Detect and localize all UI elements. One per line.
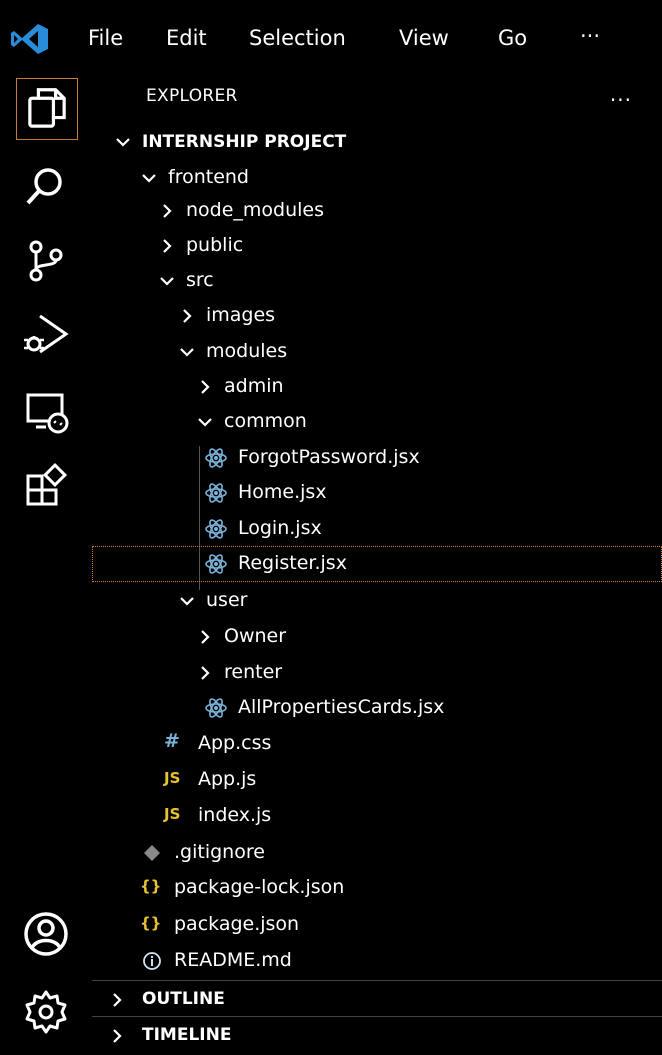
explorer-title: EXPLORER <box>146 86 238 106</box>
file-label: App.js <box>198 768 257 790</box>
chevron-down-icon <box>158 272 176 290</box>
file-label: App.css <box>198 732 272 754</box>
js-icon: JS <box>164 769 181 787</box>
menu-view[interactable]: View <box>399 26 449 50</box>
file-item[interactable]: {} package.json <box>92 907 662 943</box>
extensions-icon[interactable] <box>18 458 74 514</box>
chevron-right-icon <box>158 237 176 255</box>
chevron-right-icon <box>113 1029 122 1043</box>
file-item[interactable]: .gitignore <box>92 835 662 871</box>
folder-label: admin <box>224 375 284 397</box>
react-icon <box>204 697 228 719</box>
chevron-right-icon <box>196 628 214 646</box>
react-icon <box>204 447 228 469</box>
chevron-right-icon <box>196 664 214 682</box>
folder-label: public <box>186 234 244 256</box>
file-label: Home.jsx <box>238 481 327 503</box>
git-icon <box>140 842 164 864</box>
file-label: Login.jsx <box>238 517 322 539</box>
vscode-logo-icon[interactable] <box>10 22 50 56</box>
folder-label: INTERNSHIP PROJECT <box>142 132 347 152</box>
file-item[interactable]: JS App.js <box>92 762 662 798</box>
file-label: AllPropertiesCards.jsx <box>238 696 445 718</box>
outline-section-header[interactable]: OUTLINE <box>92 980 662 1017</box>
folder-item[interactable]: node_modules <box>92 193 662 229</box>
folder-label: frontend <box>168 166 249 188</box>
explorer-sidebar: EXPLORER ... INTERNSHIP PROJECT frontend n… <box>92 78 662 1055</box>
chevron-right-icon <box>178 307 196 325</box>
chevron-down-icon <box>178 592 196 610</box>
file-label: index.js <box>198 804 272 826</box>
explorer-files-icon[interactable] <box>16 78 78 140</box>
remote-explorer-icon[interactable] <box>18 383 74 439</box>
source-control-icon[interactable] <box>18 233 74 289</box>
timeline-section-label: TIMELINE <box>142 1025 232 1045</box>
folder-label: modules <box>206 340 288 362</box>
chevron-right-icon <box>158 202 176 220</box>
folder-item[interactable]: Owner <box>92 619 662 655</box>
file-label: Register.jsx <box>238 552 347 574</box>
file-item[interactable]: # App.css <box>92 726 662 762</box>
folder-item[interactable]: src <box>92 263 662 299</box>
chevron-down-icon <box>140 169 158 187</box>
run-debug-icon[interactable] <box>18 306 74 362</box>
folder-label: common <box>224 410 307 432</box>
css-icon: # <box>164 730 180 752</box>
react-icon <box>204 553 228 575</box>
react-icon <box>204 518 228 540</box>
timeline-section-header[interactable]: TIMELINE <box>92 1016 662 1053</box>
folder-label: src <box>186 269 214 291</box>
folder-item[interactable]: user <box>92 583 662 619</box>
menu-edit[interactable]: Edit <box>166 26 207 50</box>
file-item[interactable]: JS index.js <box>92 798 662 834</box>
chevron-down-icon <box>178 343 196 361</box>
menu-file[interactable]: File <box>88 26 123 50</box>
chevron-right-icon <box>196 378 214 396</box>
file-item[interactable]: Register.jsx <box>92 546 662 582</box>
folder-label: Owner <box>224 625 287 647</box>
chevron-right-icon <box>113 993 122 1007</box>
folder-item[interactable]: public <box>92 228 662 264</box>
file-item[interactable]: README.md <box>92 943 662 979</box>
file-item[interactable]: Home.jsx <box>92 475 662 511</box>
menu-go[interactable]: Go <box>498 26 527 50</box>
folder-label: renter <box>224 661 283 683</box>
explorer-more-actions[interactable]: ... <box>610 82 632 106</box>
outline-section-label: OUTLINE <box>142 989 225 1009</box>
file-label: package-lock.json <box>174 876 345 898</box>
file-item[interactable]: Login.jsx <box>92 511 662 547</box>
folder-label: user <box>206 589 248 611</box>
file-item[interactable]: AllPropertiesCards.jsx <box>92 690 662 726</box>
json-icon: {} <box>140 877 162 895</box>
settings-gear-icon[interactable] <box>18 984 74 1040</box>
menu-more[interactable]: ... <box>580 18 600 42</box>
chevron-down-icon <box>114 133 132 151</box>
js-icon: JS <box>164 805 181 823</box>
json-icon: {} <box>140 914 162 932</box>
account-icon[interactable] <box>18 906 74 962</box>
chevron-down-icon <box>196 413 214 431</box>
folder-label: node_modules <box>186 199 325 221</box>
file-label: ForgotPassword.jsx <box>238 446 420 468</box>
file-item[interactable]: {} package-lock.json <box>92 870 662 906</box>
file-label: package.json <box>174 913 300 935</box>
search-icon[interactable] <box>18 158 74 214</box>
file-item[interactable]: ForgotPassword.jsx <box>92 440 662 476</box>
folder-item[interactable]: INTERNSHIP PROJECT <box>92 124 662 160</box>
menu-selection[interactable]: Selection <box>249 26 346 50</box>
folder-item[interactable]: common <box>92 404 662 440</box>
activity-bar <box>0 78 92 1055</box>
info-icon <box>140 950 164 972</box>
react-icon <box>204 482 228 504</box>
folder-item[interactable]: renter <box>92 655 662 691</box>
folder-label: images <box>206 304 276 326</box>
file-label: README.md <box>174 949 292 971</box>
menu-bar: File Edit Selection View Go ... <box>0 0 662 78</box>
folder-item[interactable]: admin <box>92 369 662 405</box>
folder-item[interactable]: images <box>92 298 662 334</box>
file-label: .gitignore <box>174 841 265 863</box>
folder-item[interactable]: modules <box>92 334 662 370</box>
folder-item[interactable]: frontend <box>92 160 662 196</box>
